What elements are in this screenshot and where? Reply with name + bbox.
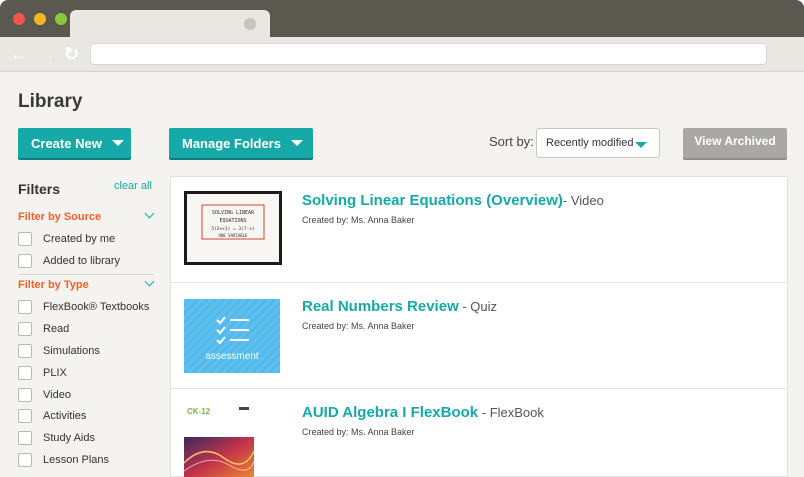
minimize-window-icon[interactable]	[34, 13, 46, 25]
list-item[interactable]: SOLVING LINEAR EQUATIONS 5(2x+3) = 3(7-x…	[171, 177, 787, 283]
back-arrow-icon[interactable]: ←	[10, 43, 28, 65]
thumb-line: ONE VARIABLE	[219, 233, 248, 238]
sort-by-select[interactable]: Recently modified	[536, 128, 660, 158]
caret-down-icon	[635, 142, 647, 148]
list-item[interactable]: CK-12 AUID Algebra I FlexBook - FlexBook…	[171, 389, 787, 477]
address-bar[interactable]	[90, 43, 767, 65]
result-type: - Quiz	[458, 299, 498, 314]
checkbox[interactable]	[18, 453, 32, 467]
filter-label: FlexBook® Textbooks	[43, 301, 150, 313]
result-author: Created by: Ms. Anna Baker	[302, 321, 415, 331]
filter-label: Video	[43, 389, 71, 401]
filter-by-source-heading[interactable]: Filter by Source	[18, 211, 101, 223]
filter-label: PLIX	[43, 367, 67, 379]
result-author: Created by: Ms. Anna Baker	[302, 427, 415, 437]
checkbox[interactable]	[18, 344, 32, 358]
filter-created-by-me[interactable]: Created by me	[18, 229, 115, 249]
filter-video[interactable]: Video	[18, 385, 71, 405]
result-type: - Video	[562, 193, 604, 208]
flexbook-cover-thumbnail[interactable]: CK-12	[184, 403, 254, 477]
filter-activities[interactable]: Activities	[18, 406, 86, 426]
filter-by-type-heading[interactable]: Filter by Type	[18, 279, 89, 291]
result-title[interactable]: AUID Algebra I FlexBook - FlexBook	[302, 404, 544, 421]
sort-by-label: Sort by:	[489, 134, 534, 149]
filter-flexbook-textbooks[interactable]: FlexBook® Textbooks	[18, 297, 149, 317]
manage-folders-label: Manage Folders	[182, 135, 281, 151]
view-archived-button[interactable]: View Archived	[683, 128, 787, 158]
result-title-text[interactable]: Solving Linear Equations (Overview)	[302, 192, 563, 209]
browser-window: ← → ↻ Library Create New Manage Folders …	[0, 0, 804, 477]
chevron-down-icon[interactable]	[144, 276, 155, 287]
assessment-thumbnail[interactable]: assessment	[184, 299, 280, 373]
filter-label: Simulations	[43, 345, 100, 357]
tab-close-icon[interactable]	[244, 18, 256, 30]
filter-label: Activities	[43, 410, 87, 422]
checkbox[interactable]	[18, 409, 32, 423]
filters-title: Filters	[18, 181, 61, 197]
maximize-window-icon[interactable]	[55, 13, 67, 25]
forward-arrow-icon[interactable]: →	[38, 43, 56, 65]
list-item[interactable]: assessment Real Numbers Review - Quiz Cr…	[171, 283, 787, 389]
create-new-button[interactable]: Create New	[18, 128, 131, 158]
close-window-icon[interactable]	[13, 13, 25, 25]
result-title[interactable]: Real Numbers Review - Quiz	[302, 298, 497, 315]
chevron-down-icon[interactable]	[144, 208, 155, 219]
checkbox[interactable]	[18, 322, 32, 336]
clear-all-link[interactable]: clear all	[114, 180, 152, 192]
results-list: SOLVING LINEAR EQUATIONS 5(2x+3) = 3(7-x…	[170, 176, 788, 477]
filter-label: Created by me	[43, 233, 116, 245]
checkbox[interactable]	[18, 232, 32, 246]
browser-tab[interactable]	[70, 10, 270, 37]
sort-by-value: Recently modified	[546, 137, 634, 149]
divider	[18, 274, 154, 275]
library-page: Library Create New Manage Folders Sort b…	[0, 73, 804, 477]
filter-read[interactable]: Read	[18, 319, 69, 339]
thumb-line: EQUATIONS	[219, 218, 246, 224]
result-title-text[interactable]: AUID Algebra I FlexBook	[302, 404, 478, 421]
result-title[interactable]: Solving Linear Equations (Overview)- Vid…	[302, 192, 604, 209]
filter-plix[interactable]: PLIX	[18, 363, 67, 383]
checkbox[interactable]	[18, 388, 32, 402]
filter-study-aids[interactable]: Study Aids	[18, 428, 95, 448]
filter-lesson-plans[interactable]: Lesson Plans	[18, 450, 109, 470]
result-author: Created by: Ms. Anna Baker	[302, 215, 415, 225]
caret-down-icon	[111, 140, 124, 146]
caret-down-icon	[290, 140, 303, 146]
filter-label: Read	[43, 323, 70, 335]
ck12-logo-icon: CK-12	[187, 407, 211, 416]
filter-added-to-library[interactable]: Added to library	[18, 251, 120, 271]
result-title-text[interactable]: Real Numbers Review	[302, 298, 459, 315]
thumb-label: assessment	[205, 351, 259, 362]
result-type: - FlexBook	[478, 405, 544, 420]
thumb-line: 5(2x+3) = 3(7-x)	[211, 226, 254, 232]
filter-label: Lesson Plans	[43, 454, 110, 466]
browser-titlebar	[0, 0, 804, 37]
manage-folders-button[interactable]: Manage Folders	[169, 128, 313, 158]
checkbox[interactable]	[18, 431, 32, 445]
reload-icon[interactable]: ↻	[64, 43, 79, 65]
checkbox[interactable]	[18, 366, 32, 380]
thumb-line: SOLVING LINEAR	[212, 210, 255, 216]
filter-label: Study Aids	[43, 432, 95, 444]
video-thumbnail[interactable]: SOLVING LINEAR EQUATIONS 5(2x+3) = 3(7-x…	[184, 191, 282, 265]
checkbox[interactable]	[18, 254, 32, 268]
checkbox[interactable]	[18, 300, 32, 314]
create-new-label: Create New	[31, 135, 102, 151]
filter-simulations[interactable]: Simulations	[18, 341, 100, 361]
filter-label: Added to library	[43, 255, 121, 267]
page-title: Library	[18, 91, 83, 112]
